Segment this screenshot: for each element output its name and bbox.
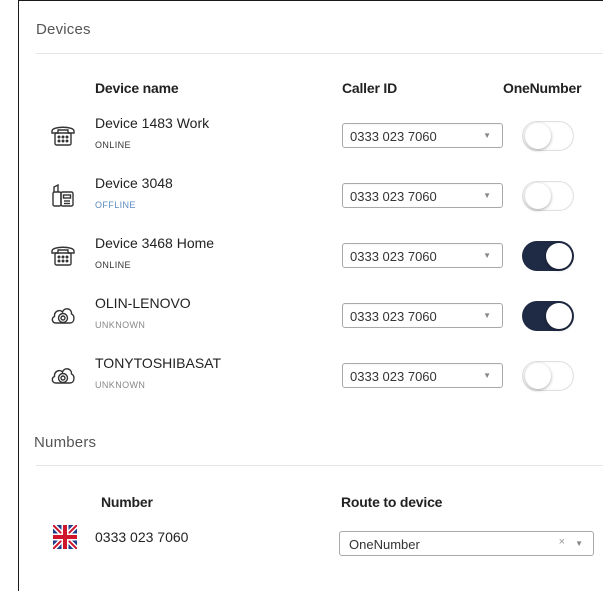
onenumber-toggle[interactable] — [522, 241, 574, 271]
device-row: OLIN-LENOVO UNKNOWN 0333 023 7060 ▼ — [0, 290, 603, 350]
desk-phone-icon — [50, 242, 76, 268]
device-status: ONLINE — [95, 140, 131, 150]
device-name: Device 3048 — [95, 175, 173, 191]
device-status: UNKNOWN — [95, 320, 146, 330]
caller-id-select[interactable]: 0333 023 7060 ▼ — [342, 183, 503, 208]
onenumber-toggle[interactable] — [522, 181, 574, 211]
chevron-down-icon: ▼ — [483, 371, 491, 380]
caller-id-select[interactable]: 0333 023 7060 ▼ — [342, 303, 503, 328]
caller-id-select[interactable]: 0333 023 7060 ▼ — [342, 123, 503, 148]
numbers-divider — [36, 465, 603, 466]
toggle-knob — [525, 183, 551, 209]
column-header-route: Route to device — [341, 494, 443, 510]
device-name: Device 3468 Home — [95, 235, 215, 251]
caller-id-value: 0333 023 7060 — [350, 249, 437, 264]
device-name: OLIN-LENOVO — [95, 295, 191, 311]
caller-id-value: 0333 023 7060 — [350, 309, 437, 324]
softphone-cloud-icon — [50, 302, 76, 328]
number-row: 0333 023 7060 OneNumber × ▼ — [0, 520, 603, 560]
numbers-section-title: Numbers — [34, 434, 97, 451]
chevron-down-icon: ▼ — [483, 131, 491, 140]
devices-divider — [36, 53, 603, 54]
caller-id-value: 0333 023 7060 — [350, 369, 437, 384]
device-name: TONYTOSHIBASAT — [95, 355, 222, 371]
chevron-down-icon: ▼ — [483, 311, 491, 320]
device-row: Device 3048 OFFLINE 0333 023 7060 ▼ — [0, 170, 603, 230]
chevron-down-icon: ▼ — [483, 251, 491, 260]
toggle-knob — [525, 363, 551, 389]
chevron-down-icon: ▼ — [483, 191, 491, 200]
onenumber-toggle[interactable] — [522, 121, 574, 151]
onenumber-toggle[interactable] — [522, 301, 574, 331]
chevron-down-icon: ▼ — [575, 539, 583, 548]
device-row: Device 3468 Home ONLINE 0333 023 7060 ▼ — [0, 230, 603, 290]
device-status: ONLINE — [95, 260, 131, 270]
toggle-knob — [546, 303, 572, 329]
phone-number: 0333 023 7060 — [95, 529, 189, 545]
device-row: TONYTOSHIBASAT UNKNOWN 0333 023 7060 ▼ — [0, 350, 603, 410]
caller-id-select[interactable]: 0333 023 7060 ▼ — [342, 243, 503, 268]
softphone-cloud-icon — [50, 362, 76, 388]
column-header-onenumber: OneNumber — [503, 80, 582, 96]
toggle-knob — [525, 123, 551, 149]
column-header-device-name: Device name — [95, 80, 179, 96]
onenumber-toggle[interactable] — [522, 361, 574, 391]
column-header-caller-id: Caller ID — [342, 80, 397, 96]
device-status: UNKNOWN — [95, 380, 146, 390]
device-status: OFFLINE — [95, 200, 136, 210]
desk-phone-icon — [50, 122, 76, 148]
route-value: OneNumber — [349, 537, 420, 552]
clear-icon[interactable]: × — [559, 536, 565, 548]
caller-id-value: 0333 023 7060 — [350, 129, 437, 144]
cordless-phone-icon — [50, 182, 76, 208]
devices-section-title: Devices — [36, 21, 91, 38]
caller-id-value: 0333 023 7060 — [350, 189, 437, 204]
toggle-knob — [546, 243, 572, 269]
device-name: Device 1483 Work — [95, 115, 210, 131]
uk-flag-icon — [51, 523, 79, 551]
caller-id-select[interactable]: 0333 023 7060 ▼ — [342, 363, 503, 388]
route-to-device-select[interactable]: OneNumber × ▼ — [339, 531, 594, 556]
column-header-number: Number — [101, 494, 153, 510]
device-row: Device 1483 Work ONLINE 0333 023 7060 ▼ — [0, 110, 603, 170]
